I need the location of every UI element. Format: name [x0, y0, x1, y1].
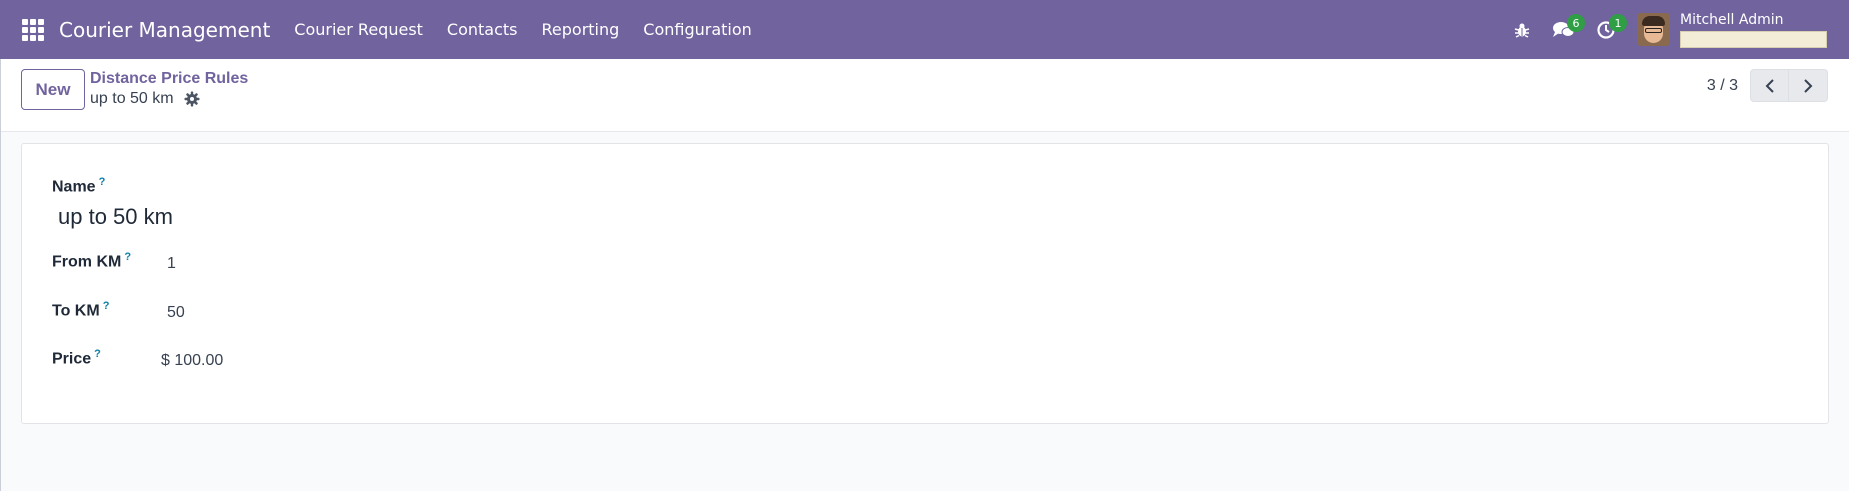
gear-icon[interactable] [184, 91, 200, 107]
menu-contacts[interactable]: Contacts [435, 20, 530, 39]
user-name: Mitchell Admin [1680, 11, 1784, 28]
activities-count-badge: 1 [1609, 14, 1627, 32]
name-label: Name? [52, 176, 106, 196]
price-label: Price? [52, 348, 101, 368]
menu-courier-request[interactable]: Courier Request [282, 20, 435, 39]
pager-next-button[interactable] [1789, 69, 1828, 102]
help-tooltip-icon[interactable]: ? [99, 176, 106, 188]
name-field[interactable]: up to 50 km [58, 204, 173, 230]
to-km-label: To KM? [52, 300, 110, 320]
help-tooltip-icon[interactable]: ? [94, 348, 101, 360]
window-left-border [0, 59, 1, 491]
pager-previous-button[interactable] [1750, 69, 1789, 102]
chevron-right-icon [1804, 78, 1813, 93]
new-button[interactable]: New [21, 69, 85, 110]
to-km-field[interactable]: 50 [167, 304, 185, 322]
chevron-left-icon [1765, 78, 1774, 93]
app-title[interactable]: Courier Management [59, 18, 270, 42]
activities-button[interactable]: 1 [1585, 0, 1627, 59]
top-navbar: Courier Management Courier Request Conta… [0, 0, 1849, 59]
pager-value[interactable]: 3 / 3 [1707, 77, 1738, 95]
debug-bug-icon[interactable] [1501, 0, 1543, 59]
breadcrumb-distance-price-rules[interactable]: Distance Price Rules [90, 69, 248, 88]
app-menu-grid-icon[interactable] [22, 18, 44, 41]
menu-reporting[interactable]: Reporting [530, 20, 632, 39]
menu-configuration[interactable]: Configuration [631, 20, 764, 39]
help-tooltip-icon[interactable]: ? [124, 251, 131, 263]
pager: 3 / 3 [1707, 69, 1828, 102]
breadcrumb: Distance Price Rules up to 50 km [90, 69, 248, 108]
help-tooltip-icon[interactable]: ? [103, 300, 110, 312]
control-panel: New Distance Price Rules up to 50 km 3 /… [0, 59, 1849, 132]
messages-button[interactable]: 6 [1543, 0, 1585, 59]
avatar [1637, 13, 1670, 46]
from-km-field[interactable]: 1 [167, 255, 176, 273]
price-field[interactable]: $ 100.00 [161, 352, 223, 370]
messages-count-badge: 6 [1567, 14, 1585, 32]
breadcrumb-current-record: up to 50 km [90, 90, 174, 107]
systray: 6 1 Mitchell Admin [1501, 0, 1849, 59]
form-sheet: Name? up to 50 km From KM? 1 To KM? 50 P… [21, 143, 1829, 424]
database-name-field [1680, 30, 1827, 48]
from-km-label: From KM? [52, 251, 132, 271]
user-menu[interactable]: Mitchell Admin [1637, 12, 1827, 48]
